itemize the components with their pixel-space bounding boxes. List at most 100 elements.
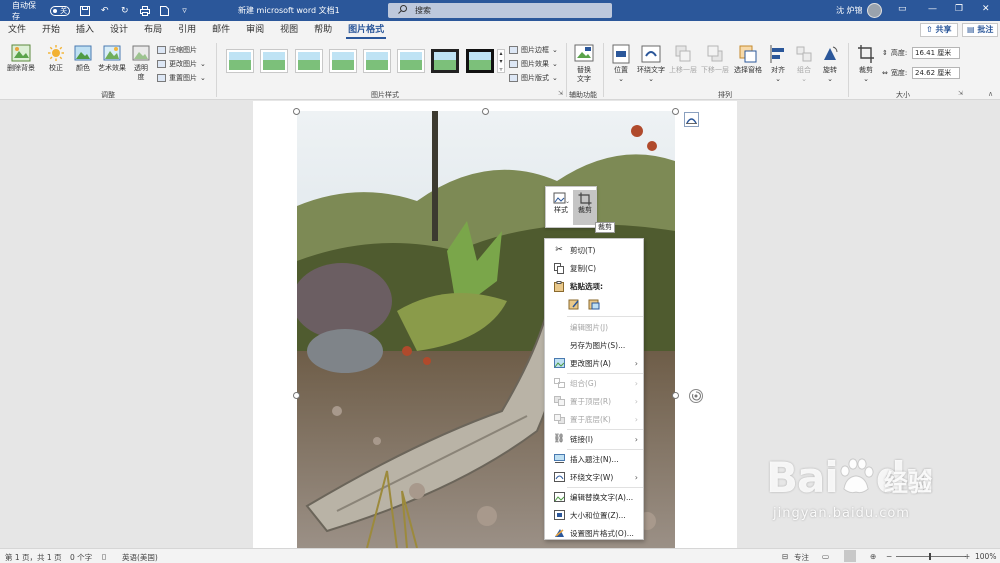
print-icon[interactable] bbox=[139, 5, 150, 17]
picture-style-3[interactable] bbox=[295, 49, 323, 73]
document-icon[interactable] bbox=[159, 5, 170, 17]
comment-button[interactable]: ▤ 批注 bbox=[962, 23, 999, 37]
zoom-in-icon[interactable]: + bbox=[964, 552, 970, 561]
rotate-handle[interactable] bbox=[689, 389, 703, 403]
focus-icon[interactable]: ⊟ bbox=[782, 552, 788, 561]
position-button[interactable]: 位置 ⌄ bbox=[607, 44, 635, 84]
zoom-level[interactable]: 100% bbox=[975, 552, 996, 561]
color-button[interactable]: 颜色 bbox=[71, 44, 95, 73]
menu-item-send-to-back[interactable]: 置于底层(K) › bbox=[545, 410, 643, 428]
picture-style-6[interactable] bbox=[397, 49, 425, 73]
align-button[interactable]: 对齐 ⌄ bbox=[767, 44, 789, 84]
transparency-button[interactable]: 透明 度 bbox=[130, 44, 152, 82]
width-input[interactable]: 24.62 厘米 bbox=[912, 67, 960, 79]
tab-file[interactable]: 文件 bbox=[0, 21, 34, 40]
tab-help[interactable]: 帮助 bbox=[306, 21, 340, 40]
tab-review[interactable]: 审阅 bbox=[238, 21, 272, 40]
layout-options-button[interactable] bbox=[684, 112, 699, 127]
share-button[interactable]: ⇧ 共享 bbox=[920, 23, 958, 37]
resize-handle-e[interactable] bbox=[672, 392, 679, 399]
menu-item-group[interactable]: 组合(G) › bbox=[545, 374, 643, 392]
paste-keep-source-button[interactable] bbox=[567, 297, 581, 311]
picture-effects-button[interactable]: 图片效果 ⌄ bbox=[509, 58, 558, 70]
tab-design[interactable]: 设计 bbox=[102, 21, 136, 40]
resize-handle-ne[interactable] bbox=[672, 108, 679, 115]
focus-mode-label[interactable]: 专注 bbox=[794, 552, 809, 563]
tab-mailings[interactable]: 邮件 bbox=[204, 21, 238, 40]
menu-item-link[interactable]: ⛓ 链接(I) › bbox=[545, 430, 643, 448]
tab-picture-format[interactable]: 图片格式 bbox=[340, 21, 392, 40]
picture-layout-button[interactable]: 图片版式 ⌄ bbox=[509, 72, 558, 84]
menu-item-wrap-text[interactable]: 环绕文字(W) › bbox=[545, 468, 643, 486]
resize-handle-n[interactable] bbox=[482, 108, 489, 115]
customize-toolbar-icon[interactable]: ▿ bbox=[179, 5, 190, 17]
tab-home[interactable]: 开始 bbox=[34, 21, 68, 40]
minimize-icon[interactable]: — bbox=[928, 4, 937, 14]
menu-item-size-position[interactable]: 大小和位置(Z)... bbox=[545, 506, 643, 524]
menu-item-cut[interactable]: ✂ 剪切(T) bbox=[545, 241, 643, 259]
proofing-icon[interactable]: ▯ bbox=[102, 552, 106, 561]
page-count[interactable]: 第 1 页，共 1 页 bbox=[5, 552, 62, 563]
menu-item-format-picture[interactable]: 设置图片格式(O)... bbox=[545, 524, 643, 542]
zoom-slider-thumb[interactable] bbox=[929, 553, 931, 560]
remove-background-button[interactable]: 删除背景 bbox=[4, 44, 38, 73]
menu-item-edit-alt-text[interactable]: 编辑替换文字(A)... bbox=[545, 488, 643, 506]
group-button[interactable]: 组合 ⌄ bbox=[793, 44, 815, 84]
artistic-effects-button[interactable]: 艺术效果 bbox=[96, 44, 128, 73]
avatar[interactable] bbox=[867, 3, 882, 18]
tab-references[interactable]: 引用 bbox=[170, 21, 204, 40]
resize-handle-w[interactable] bbox=[293, 392, 300, 399]
crop-button[interactable]: 裁剪 ⌄ bbox=[854, 44, 878, 84]
tab-layout[interactable]: 布局 bbox=[136, 21, 170, 40]
bring-forward-button[interactable]: 上移一层 bbox=[668, 44, 698, 75]
menu-item-copy[interactable]: 复制(C) bbox=[545, 259, 643, 277]
picture-style-5[interactable] bbox=[363, 49, 391, 73]
ribbon-display-icon[interactable]: ▭ bbox=[898, 4, 907, 14]
selection-pane-button[interactable]: 选择窗格 bbox=[733, 44, 763, 75]
print-layout-icon[interactable] bbox=[844, 550, 856, 562]
mini-crop-button[interactable]: 裁剪 bbox=[573, 190, 597, 225]
collapse-ribbon-icon[interactable]: ∧ bbox=[988, 90, 993, 98]
menu-item-edit-picture[interactable]: 编辑图片(J) bbox=[545, 318, 643, 336]
web-layout-icon[interactable]: ⊕ bbox=[870, 552, 876, 561]
picture-style-8[interactable] bbox=[466, 49, 494, 73]
change-picture-button[interactable]: 更改图片 ⌄ bbox=[157, 58, 206, 70]
undo-icon[interactable]: ↶ bbox=[99, 5, 110, 17]
menu-item-insert-caption[interactable]: 插入题注(N)... bbox=[545, 450, 643, 468]
close-icon[interactable]: ✕ bbox=[982, 4, 990, 14]
wrap-text-button[interactable]: 环绕文字 ⌄ bbox=[634, 44, 668, 84]
user-name[interactable]: 沈 炉锦 bbox=[836, 5, 863, 16]
menu-item-bring-to-front[interactable]: 置于顶层(R) › bbox=[545, 392, 643, 410]
redo-icon[interactable]: ↻ bbox=[119, 5, 130, 17]
styles-gallery-scroll[interactable]: ▴ ▾ ▿ bbox=[497, 49, 505, 73]
compress-pictures-button[interactable]: 压缩图片 bbox=[157, 44, 197, 56]
resize-handle-nw[interactable] bbox=[293, 108, 300, 115]
picture-style-7[interactable] bbox=[431, 49, 459, 73]
autosave-toggle[interactable]: 关 bbox=[50, 5, 71, 16]
height-input[interactable]: 16.41 厘米 bbox=[912, 47, 960, 59]
zoom-out-icon[interactable]: − bbox=[886, 552, 892, 561]
read-mode-icon[interactable]: ▭ bbox=[822, 552, 829, 561]
corrections-button[interactable]: 校正 bbox=[44, 44, 68, 73]
dialog-launcher-icon[interactable]: ⇲ bbox=[558, 90, 563, 97]
reset-picture-button[interactable]: 重置图片 ⌄ bbox=[157, 72, 206, 84]
alt-text-button[interactable]: 替换 文字 bbox=[570, 44, 598, 84]
search-box[interactable]: 搜索 bbox=[388, 3, 612, 18]
language-indicator[interactable]: 英语(美国) bbox=[122, 552, 158, 563]
save-icon[interactable] bbox=[79, 5, 90, 17]
menu-item-save-as-picture[interactable]: 另存为图片(S)... bbox=[545, 336, 643, 354]
menu-item-change-picture[interactable]: 更改图片(A) › bbox=[545, 354, 643, 372]
picture-style-1[interactable] bbox=[226, 49, 254, 73]
zoom-slider[interactable] bbox=[896, 553, 966, 560]
dialog-launcher-icon[interactable]: ⇲ bbox=[958, 90, 963, 97]
send-backward-button[interactable]: 下移一层 bbox=[700, 44, 730, 75]
rotate-button[interactable]: 旋转 ⌄ bbox=[819, 44, 841, 84]
mini-style-button[interactable]: ⌄ 样式 bbox=[549, 190, 573, 225]
restore-icon[interactable]: ❐ bbox=[955, 4, 963, 14]
picture-style-4[interactable] bbox=[329, 49, 357, 73]
tab-view[interactable]: 视图 bbox=[272, 21, 306, 40]
tab-insert[interactable]: 插入 bbox=[68, 21, 102, 40]
picture-style-2[interactable] bbox=[260, 49, 288, 73]
picture-border-button[interactable]: 图片边框 ⌄ bbox=[509, 44, 558, 56]
paste-picture-button[interactable] bbox=[587, 297, 601, 311]
